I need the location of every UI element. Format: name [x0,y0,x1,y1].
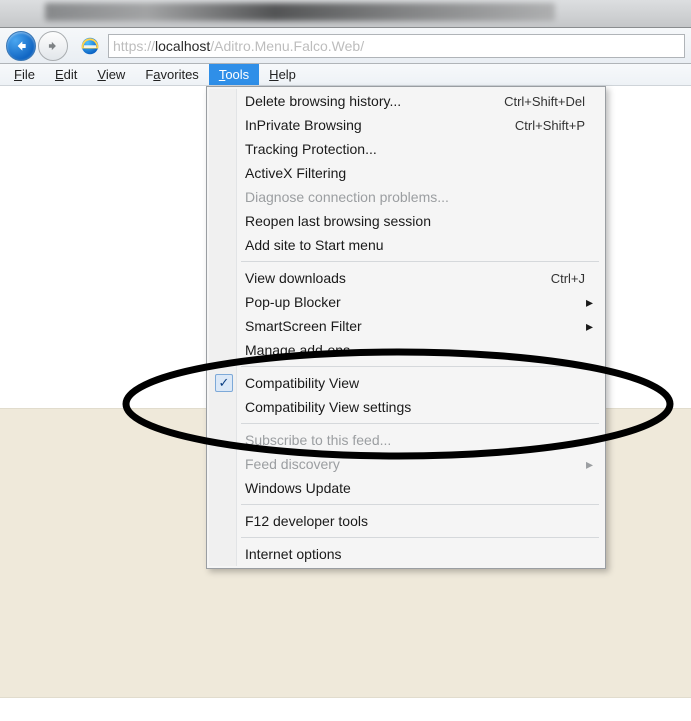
menuitem-tracking-protection[interactable]: Tracking Protection... [209,137,603,161]
submenu-arrow-icon: ▸ [585,294,593,311]
shortcut-label: Ctrl+Shift+Del [504,94,585,109]
menuitem-subscribe-feed: Subscribe to this feed... [209,428,603,452]
submenu-arrow-icon: ▸ [585,456,593,473]
menuitem-smartscreen-filter[interactable]: SmartScreen Filter ▸ [209,314,603,338]
tools-dropdown: Delete browsing history... Ctrl+Shift+De… [206,86,606,569]
back-button[interactable] [6,31,36,61]
menuitem-manage-addons[interactable]: Manage add-ons [209,338,603,362]
menuitem-feed-discovery: Feed discovery ▸ [209,452,603,476]
menu-separator [209,501,603,508]
shortcut-label: Ctrl+J [551,271,585,286]
check-icon: ✓ [215,374,233,392]
menuitem-add-to-start[interactable]: Add site to Start menu [209,233,603,257]
menu-help[interactable]: Help [259,64,306,85]
menuitem-diagnose-connection: Diagnose connection problems... [209,185,603,209]
menuitem-reopen-last-session[interactable]: Reopen last browsing session [209,209,603,233]
url-path: /Aditro.Menu.Falco.Web/ [210,38,364,54]
menuitem-internet-options[interactable]: Internet options [209,542,603,566]
arrow-left-icon [13,38,29,54]
menuitem-view-downloads[interactable]: View downloads Ctrl+J [209,266,603,290]
menuitem-compatibility-view[interactable]: ✓ Compatibility View [209,371,603,395]
menu-separator [209,534,603,541]
shortcut-label: Ctrl+Shift+P [515,118,585,133]
menu-tools[interactable]: Tools [209,64,259,85]
menuitem-f12-tools[interactable]: F12 developer tools [209,509,603,533]
menu-view[interactable]: View [87,64,135,85]
menu-bar: File Edit View Favorites Tools Help [0,64,691,86]
arrow-right-icon [46,39,60,53]
url-scheme: https:// [113,38,155,54]
address-bar[interactable]: https://localhost/Aditro.Menu.Falco.Web/ [108,34,685,58]
menuitem-inprivate-browsing[interactable]: InPrivate Browsing Ctrl+Shift+P [209,113,603,137]
forward-button[interactable] [38,31,68,61]
menuitem-delete-browsing-history[interactable]: Delete browsing history... Ctrl+Shift+De… [209,89,603,113]
menuitem-windows-update[interactable]: Windows Update [209,476,603,500]
menu-separator [209,363,603,370]
menu-file[interactable]: File [4,64,45,85]
navigation-bar: https://localhost/Aditro.Menu.Falco.Web/ [0,28,691,64]
url-host: localhost [155,38,210,54]
menu-edit[interactable]: Edit [45,64,87,85]
submenu-arrow-icon: ▸ [585,318,593,335]
menuitem-compatibility-view-settings[interactable]: Compatibility View settings [209,395,603,419]
menuitem-popup-blocker[interactable]: Pop-up Blocker ▸ [209,290,603,314]
menuitem-activex-filtering[interactable]: ActiveX Filtering [209,161,603,185]
menu-favorites[interactable]: Favorites [135,64,208,85]
menu-separator [209,258,603,265]
window-title-bar [0,0,691,28]
menu-file-rest: ile [22,67,35,82]
menu-separator [209,420,603,427]
window-title-blurred [45,3,555,21]
ie-logo-icon [78,34,102,58]
